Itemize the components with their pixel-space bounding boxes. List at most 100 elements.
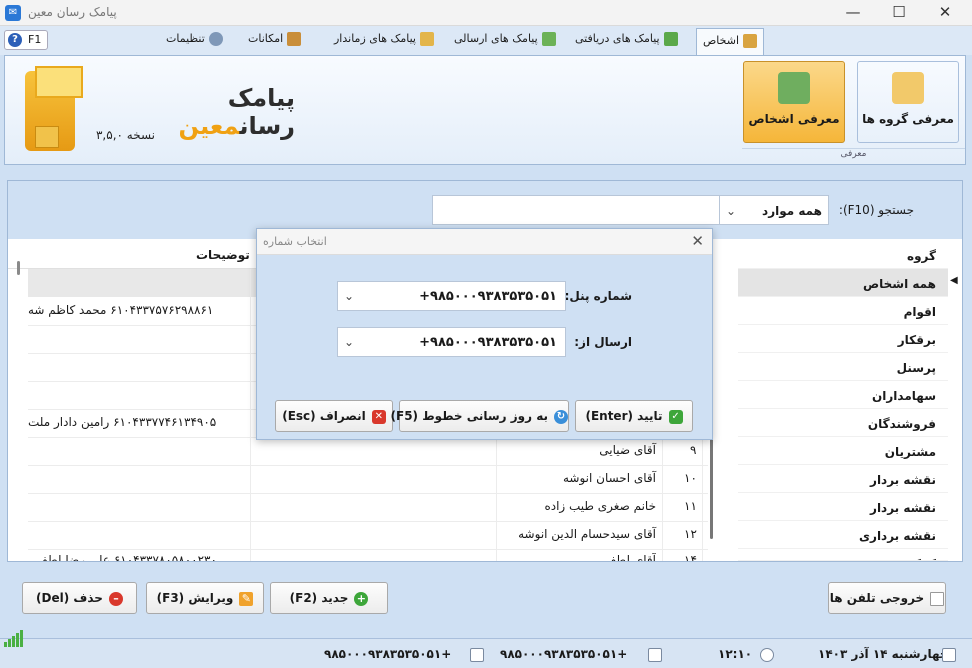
group-item[interactable]: برقکار bbox=[738, 325, 948, 353]
button-label: خروجی تلفن ها bbox=[829, 591, 925, 605]
grid-scrollbar[interactable] bbox=[17, 261, 20, 275]
filter-select[interactable]: همه موارد ⌄ bbox=[719, 195, 829, 225]
status-number-1: +۹۸۵۰۰۰۹۳۸۳۵۳۵۰۵۱ bbox=[500, 647, 628, 661]
table-row[interactable]: آقای احسان انوشه bbox=[528, 471, 656, 485]
ribbon-group-label: معرفی bbox=[742, 148, 965, 162]
row-number: ۱۱ bbox=[684, 499, 697, 513]
minimize-button[interactable]: — bbox=[830, 0, 876, 26]
calendar-icon bbox=[942, 648, 956, 662]
export-phones-button[interactable]: خروجی تلفن ها bbox=[828, 582, 946, 614]
button-label: حذف (Del) bbox=[36, 591, 103, 605]
folder-group-icon bbox=[892, 72, 924, 104]
chevron-down-icon: ⌄ bbox=[344, 335, 355, 349]
group-item[interactable]: اقوام bbox=[738, 297, 948, 325]
groups-header: گروه bbox=[738, 241, 948, 269]
row-indicator-icon: ◀ bbox=[950, 275, 958, 286]
table-row[interactable]: خانم صغری طیب زاده bbox=[498, 499, 656, 513]
app-icon: ✉ bbox=[5, 5, 21, 21]
define-groups-button[interactable]: معرفی گروه ها bbox=[857, 61, 959, 143]
tab-label: تنظیمات bbox=[166, 32, 205, 45]
title-bar: ✉ پیامک رسان معین — ☐ ✕ bbox=[0, 0, 972, 26]
group-item[interactable]: کمک نقشه bbox=[738, 549, 948, 561]
groups-list: گروه همه اشخاص اقوام برقکار پرسنل سهامدا… bbox=[738, 241, 962, 561]
cancel-icon: ✕ bbox=[371, 409, 386, 424]
group-item[interactable]: نقشه برداری bbox=[738, 521, 948, 549]
tab-contacts[interactable]: اشخاص bbox=[696, 28, 765, 55]
table-row[interactable]: آقای لطفی bbox=[528, 553, 656, 561]
panel-number-label: شماره پنل: bbox=[564, 289, 632, 303]
send-from-select[interactable]: +۹۸۵۰۰۰۹۳۸۳۵۳۵۰۵۱ ⌄ bbox=[337, 327, 566, 357]
brand-highlight: معین bbox=[178, 112, 240, 140]
confirm-button[interactable]: ✓ تایید (Enter) bbox=[575, 400, 693, 432]
document-icon bbox=[930, 591, 945, 606]
new-button[interactable]: + جدید (F2) bbox=[270, 582, 388, 614]
maximize-button[interactable]: ☐ bbox=[876, 0, 922, 26]
ribbon-tab-strip: ? F1 اشخاص پیامک های دریافتی پیامک های ا… bbox=[0, 26, 972, 55]
contacts-icon bbox=[743, 34, 758, 48]
refresh-icon: ↻ bbox=[554, 409, 568, 424]
table-row[interactable]: آقای ضیایی bbox=[528, 443, 656, 457]
button-label: معرفی اشخاص bbox=[748, 112, 840, 126]
table-row[interactable]: ۶۱۰۴۳۳۷۵۷۶۲۹۸۸۶۱ محمد کاظم شه bbox=[28, 303, 213, 317]
cancel-button[interactable]: ✕ انصراف (Esc) bbox=[275, 400, 393, 432]
define-people-button[interactable]: معرفی اشخاص bbox=[743, 61, 845, 143]
column-header-description: توضیحات bbox=[196, 248, 250, 262]
table-row[interactable]: ۶۱۰۴۳۳۷۸۰۵۸۰۰۲۳۰ علی رضا لطفی bbox=[32, 553, 217, 561]
group-item[interactable]: همه اشخاص bbox=[738, 269, 948, 297]
settings-icon bbox=[208, 32, 223, 46]
help-icon: ? bbox=[8, 33, 22, 47]
help-button[interactable]: ? F1 bbox=[4, 30, 48, 50]
check-icon: ✓ bbox=[668, 409, 683, 424]
help-key-label: F1 bbox=[28, 33, 42, 46]
tab-sent[interactable]: پیامک های ارسالی bbox=[454, 32, 556, 54]
outbox-icon bbox=[541, 32, 556, 46]
version-label: نسخه ۳,۵,۰ bbox=[95, 128, 155, 142]
calendar-icon bbox=[419, 32, 434, 46]
chevron-down-icon: ⌄ bbox=[344, 289, 355, 303]
close-icon[interactable]: ✕ bbox=[691, 232, 704, 250]
button-label: تایید (Enter) bbox=[585, 409, 663, 423]
select-number-dialog: انتخاب شماره ✕ شماره پنل: +۹۸۵۰۰۰۹۳۸۳۵۳۵… bbox=[256, 228, 713, 440]
edit-button[interactable]: ✎ ویرایش (F3) bbox=[146, 582, 264, 614]
panel-number-select[interactable]: +۹۸۵۰۰۰۹۳۸۳۵۳۵۰۵۱ ⌄ bbox=[337, 281, 566, 311]
dialog-title-bar: انتخاب شماره ✕ bbox=[257, 229, 712, 255]
tab-label: پیامک های دریافتی bbox=[575, 32, 660, 45]
panel-number-value: +۹۸۵۰۰۰۹۳۸۳۵۳۵۰۵۱ bbox=[419, 289, 557, 304]
group-item[interactable]: فروشندگان bbox=[738, 409, 948, 437]
table-row[interactable]: آقای سیدحسام الدین انوشه bbox=[498, 527, 656, 541]
button-label: معرفی گروه ها bbox=[862, 112, 954, 126]
close-button[interactable]: ✕ bbox=[922, 0, 968, 26]
table-row[interactable]: ۶۱۰۴۳۳۷۷۴۶۱۳۴۹۰۵ رامین دادار ملت bbox=[28, 415, 216, 429]
ribbon-panel: پیامک رسانمعین نسخه ۳,۵,۰ معرفی گروه ها … bbox=[4, 55, 966, 165]
delete-button[interactable]: –حذف (Del) bbox=[22, 582, 137, 614]
button-label: انصراف (Esc) bbox=[282, 409, 366, 423]
search-input[interactable] bbox=[432, 195, 720, 225]
row-number: ۱۰ bbox=[684, 471, 697, 485]
row-number: ۱۴ bbox=[684, 553, 697, 561]
search-label: جستجو (F10): bbox=[838, 203, 914, 217]
button-label: جدید (F2) bbox=[289, 591, 349, 605]
toolbox-icon bbox=[287, 32, 302, 46]
status-time: ۱۲:۱۰ bbox=[718, 647, 753, 661]
group-item[interactable]: مشتریان bbox=[738, 437, 948, 465]
send-from-value: +۹۸۵۰۰۰۹۳۸۳۵۳۵۰۵۱ bbox=[419, 335, 557, 350]
group-item[interactable]: پرسنل bbox=[738, 353, 948, 381]
tab-features[interactable]: امکانات bbox=[248, 32, 302, 54]
plus-icon: + bbox=[354, 591, 369, 606]
status-date: چهارشنبه ۱۴ آذر ۱۴۰۳ bbox=[818, 647, 949, 661]
send-from-label: ارسال از: bbox=[574, 335, 632, 349]
group-item[interactable]: سهامداران bbox=[738, 381, 948, 409]
status-number-2: +۹۸۵۰۰۰۹۳۸۳۵۳۵۰۵۱ bbox=[324, 647, 452, 661]
group-item[interactable]: نقشه بردار bbox=[738, 465, 948, 493]
tab-received[interactable]: پیامک های دریافتی bbox=[575, 32, 678, 54]
refresh-lines-button[interactable]: ↻ به روز رسانی خطوط (F5) bbox=[391, 400, 569, 432]
dialog-title: انتخاب شماره bbox=[263, 235, 327, 248]
tab-label: امکانات bbox=[248, 32, 284, 45]
action-bar: –حذف (Del) ✎ ویرایش (F3) + جدید (F2) خروجی… bbox=[0, 562, 972, 630]
tab-scheduled[interactable]: پیامک های زماندار bbox=[334, 32, 434, 54]
tab-label: اشخاص bbox=[703, 34, 740, 47]
group-item[interactable]: نقشه بردار bbox=[738, 493, 948, 521]
tab-label: پیامک های زماندار bbox=[334, 32, 416, 45]
filter-value: همه موارد bbox=[762, 204, 822, 218]
tab-settings[interactable]: تنظیمات bbox=[166, 32, 223, 54]
